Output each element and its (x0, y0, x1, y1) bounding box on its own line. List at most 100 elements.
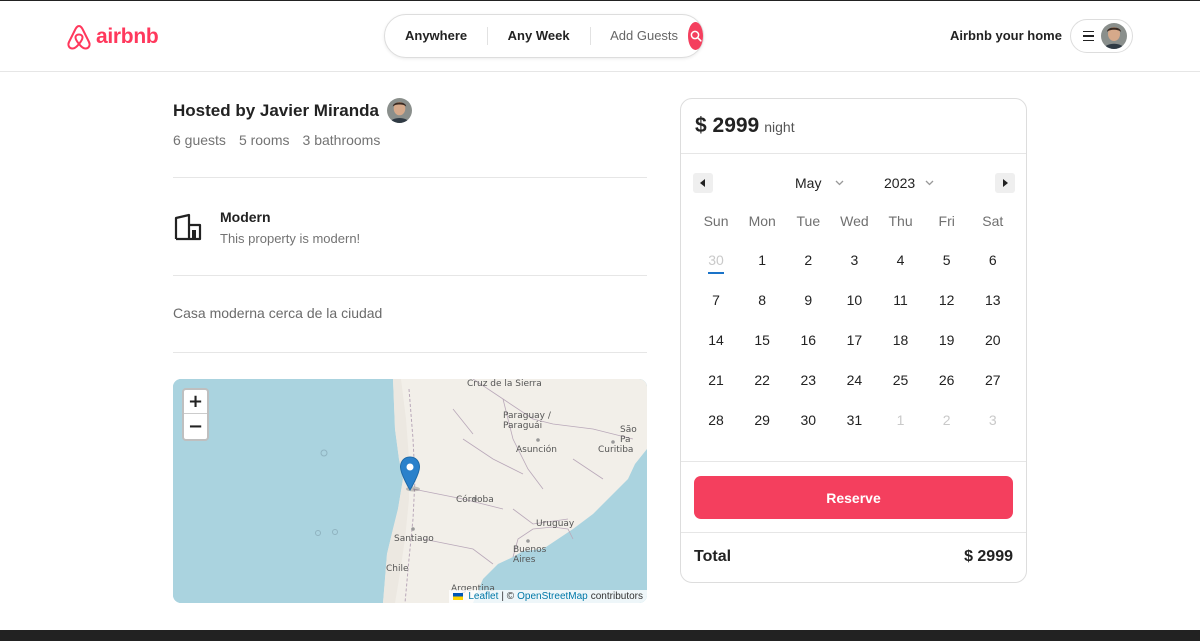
chevron-down-icon (835, 180, 844, 186)
calendar-day[interactable]: 11 (878, 292, 924, 308)
window-bottom-border (0, 630, 1200, 641)
zoom-in-button[interactable]: + (184, 390, 207, 414)
calendar-header: May 2023 (681, 173, 1026, 193)
month-select[interactable]: May (795, 173, 844, 193)
search-icon (690, 30, 702, 42)
calendar-day[interactable]: 22 (739, 372, 785, 388)
hamburger-icon (1083, 30, 1094, 42)
year-select[interactable]: 2023 (884, 173, 934, 193)
card-divider (681, 532, 1026, 533)
weekday-label: Sat (982, 213, 1004, 229)
navbar: airbnb Anywhere Any Week Add Guests Airb… (0, 1, 1200, 72)
calendar-day[interactable]: 13 (970, 292, 1016, 308)
calendar-day-disabled: 1 (896, 412, 905, 428)
attribution-separator: | © (501, 591, 515, 602)
calendar-day-today[interactable]: 30 (693, 252, 739, 274)
weekday-label: Sun (703, 213, 729, 229)
calendar-day[interactable]: 19 (924, 332, 970, 348)
calendar-day[interactable]: 14 (693, 332, 739, 348)
guests-count: 6 guests (173, 132, 226, 148)
bathrooms-count: 3 bathrooms (302, 132, 381, 148)
calendar-day[interactable]: 9 (785, 292, 831, 308)
calendar-day[interactable]: 23 (785, 372, 831, 388)
host-your-home-link[interactable]: Airbnb your home (950, 28, 1062, 43)
leaflet-link[interactable]: Leaflet (468, 591, 498, 602)
building-icon (174, 213, 202, 241)
calendar-day[interactable]: 27 (970, 372, 1016, 388)
next-month-button[interactable] (995, 173, 1015, 193)
map-label-city: São Pa (620, 425, 637, 445)
map-zoom-control: + − (182, 388, 209, 441)
user-avatar (1101, 23, 1127, 49)
location-pin-icon[interactable] (399, 456, 421, 492)
calendar-day[interactable]: 26 (924, 372, 970, 388)
calendar-day[interactable]: 12 (924, 292, 970, 308)
chevron-down-icon (925, 180, 934, 186)
card-divider (681, 153, 1026, 154)
zoom-out-button[interactable]: − (184, 414, 207, 438)
calendar-day[interactable]: 5 (924, 252, 970, 268)
search-bar[interactable]: Anywhere Any Week Add Guests (384, 14, 704, 58)
listing-stats: 6 guests 5 rooms 3 bathrooms (173, 132, 380, 148)
year-value: 2023 (884, 175, 916, 191)
weekday-label: Mon (748, 213, 776, 229)
calendar-day[interactable]: 31 (831, 412, 877, 428)
calendar-day[interactable]: 16 (785, 332, 831, 348)
calendar-day[interactable]: 30 (785, 412, 831, 428)
calendar-day[interactable]: 3 (831, 252, 877, 268)
calendar-week-row: 7 8 9 10 11 12 13 (693, 280, 1016, 320)
calendar-grid: Sun Mon Tue Wed Thu Fri Sat 30 1 2 3 4 5… (693, 207, 1016, 440)
search-week[interactable]: Any Week (488, 27, 590, 45)
calendar-day[interactable]: 17 (831, 332, 877, 348)
hosted-by-title: Hosted by Javier Miranda (173, 100, 379, 120)
calendar-day-disabled: 3 (988, 412, 997, 428)
map-attribution: Leaflet | © OpenStreetMap contributors (449, 590, 647, 603)
calendar-day[interactable]: 20 (970, 332, 1016, 348)
total-row: Total $ 2999 (694, 548, 1013, 566)
airbnb-logo-icon (67, 25, 91, 50)
calendar-day[interactable]: 28 (693, 412, 739, 428)
user-menu-button[interactable] (1070, 19, 1133, 53)
total-label: Total (694, 548, 732, 565)
calendar-day[interactable]: 1 (739, 252, 785, 268)
search-guests[interactable]: Add Guests (590, 27, 688, 45)
calendar-day[interactable]: 4 (878, 252, 924, 268)
calendar-day[interactable]: 10 (831, 292, 877, 308)
category-description: This property is modern! (220, 231, 361, 246)
section-divider (173, 352, 647, 353)
calendar-week-row: 14 15 16 17 18 19 20 (693, 320, 1016, 360)
reserve-button[interactable]: Reserve (694, 476, 1013, 519)
calendar-day[interactable]: 15 (739, 332, 785, 348)
calendar-day[interactable]: 21 (693, 372, 739, 388)
calendar-week-row: 21 22 23 24 25 26 27 (693, 360, 1016, 400)
price-row: $ 2999 night (695, 114, 795, 138)
calendar-day[interactable]: 6 (970, 252, 1016, 268)
listing-description: Casa moderna cerca de la ciudad (173, 305, 383, 321)
prev-month-button[interactable] (693, 173, 713, 193)
map-label-city: Cruz de la Sierra (467, 379, 542, 389)
map-label-city: Buenos Aires (513, 545, 547, 565)
calendar-day[interactable]: 29 (739, 412, 785, 428)
ukraine-flag-icon (453, 593, 464, 600)
calendar-day[interactable]: 7 (693, 292, 739, 308)
logo[interactable]: airbnb (66, 23, 159, 51)
logo-text: airbnb (96, 25, 159, 48)
category-feature: Modern This property is modern! (173, 208, 360, 246)
attribution-contributors: contributors (590, 591, 643, 602)
calendar-day[interactable]: 18 (878, 332, 924, 348)
host-row: Hosted by Javier Miranda (173, 98, 412, 123)
month-value: May (795, 175, 822, 191)
search-button[interactable] (688, 22, 703, 50)
calendar-day[interactable]: 2 (785, 252, 831, 268)
map-label-city: Córdoba (456, 495, 494, 505)
today-indicator (708, 272, 725, 274)
osm-link[interactable]: OpenStreetMap (517, 591, 588, 602)
calendar-day[interactable]: 25 (878, 372, 924, 388)
chevron-right-icon (1003, 179, 1008, 187)
location-map[interactable]: Cruz de la Sierra Paraguay / Paraguái As… (173, 379, 647, 603)
calendar-day[interactable]: 8 (739, 292, 785, 308)
map-label-country: Paraguay / Paraguái (503, 411, 551, 431)
calendar-day[interactable]: 24 (831, 372, 877, 388)
search-location[interactable]: Anywhere (385, 27, 487, 45)
map-label-city: Santiago (394, 534, 434, 544)
